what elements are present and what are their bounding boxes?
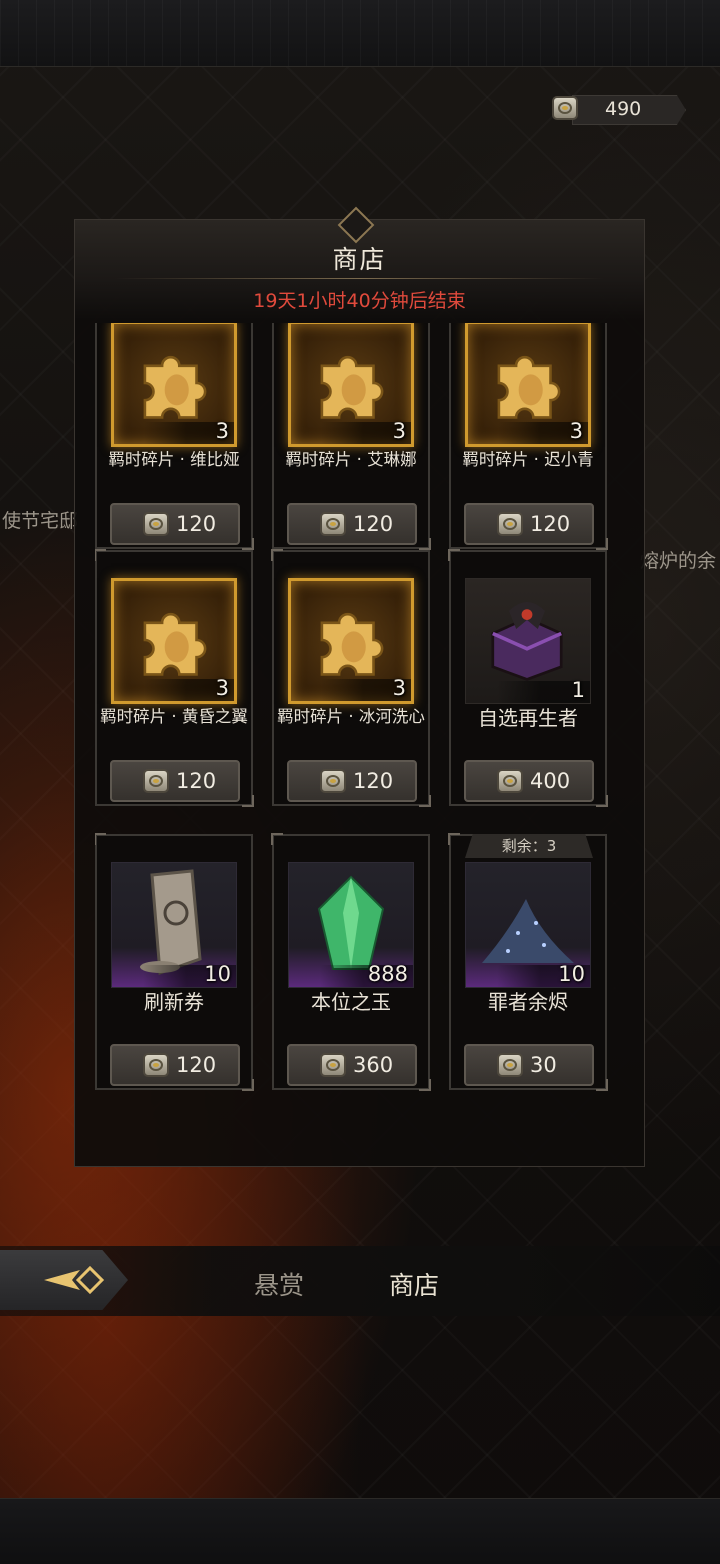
coin-icon bbox=[552, 96, 578, 120]
tab-bounty[interactable]: 悬赏 bbox=[254, 1266, 304, 1302]
buy-button[interactable]: 120 bbox=[110, 760, 240, 802]
item-price: 120 bbox=[176, 512, 217, 536]
shop-item-card[interactable]: 10 刷新券 120 bbox=[95, 833, 254, 1091]
item-thumbnail: 1 bbox=[465, 578, 591, 704]
coin-icon bbox=[497, 512, 523, 536]
item-quantity: 1 bbox=[571, 678, 585, 702]
item-name: 刷新券 bbox=[144, 990, 204, 1014]
map-label-left[interactable]: 使节宅邸 bbox=[2, 506, 78, 533]
item-name: 羁时碎片 · 黄昏之翼 bbox=[100, 707, 248, 726]
item-name: 罪者余烬 bbox=[488, 990, 568, 1014]
item-thumbnail: 3 bbox=[111, 323, 237, 447]
divider bbox=[115, 278, 604, 279]
item-thumbnail: 888 bbox=[288, 862, 414, 988]
shop-item-card[interactable]: 剩余：3 10 罪者余烬 30 bbox=[448, 833, 608, 1091]
item-price: 400 bbox=[530, 769, 571, 793]
item-quantity: 3 bbox=[569, 419, 583, 443]
shop-panel: 商店 19天1小时40分钟后结束 3 羁时碎片 · 维比娅 120 3 羁时碎片 · 艾… bbox=[74, 206, 645, 1167]
currency-amount: 490 bbox=[605, 98, 642, 120]
item-name: 本位之玉 bbox=[311, 990, 391, 1014]
back-button[interactable] bbox=[0, 1250, 128, 1310]
item-quantity: 3 bbox=[392, 676, 406, 700]
coin-icon bbox=[143, 512, 169, 536]
coin-icon bbox=[143, 1053, 169, 1077]
shop-item-card[interactable]: 3 羁时碎片 · 冰河洗心 120 bbox=[271, 549, 431, 807]
coin-icon bbox=[497, 1053, 523, 1077]
coin-icon bbox=[320, 512, 346, 536]
coin-icon bbox=[497, 769, 523, 793]
item-grid-scroll[interactable]: 3 羁时碎片 · 维比娅 120 3 羁时碎片 · 艾琳娜 120 3 羁时碎片 · 迟小青 1… bbox=[95, 323, 625, 1128]
item-quantity: 888 bbox=[367, 962, 408, 986]
currency-display: 490 bbox=[552, 92, 686, 126]
map-label-right[interactable]: 熔炉的余 bbox=[640, 546, 716, 573]
item-thumbnail: 10 bbox=[111, 862, 237, 988]
item-name: 羁时碎片 · 冰河洗心 bbox=[277, 707, 425, 726]
item-price: 120 bbox=[353, 512, 394, 536]
item-quantity: 10 bbox=[558, 962, 585, 986]
shop-item-card[interactable]: 3 羁时碎片 · 维比娅 120 bbox=[95, 323, 254, 550]
shop-item-card[interactable]: 3 羁时碎片 · 迟小青 120 bbox=[449, 323, 608, 550]
coin-icon bbox=[143, 769, 169, 793]
item-quantity: 3 bbox=[215, 676, 229, 700]
tab-shop[interactable]: 商店 bbox=[389, 1266, 439, 1302]
panel-title: 商店 bbox=[332, 245, 387, 274]
item-name: 自选再生者 bbox=[478, 706, 578, 730]
buy-button[interactable]: 120 bbox=[287, 503, 417, 545]
item-price: 120 bbox=[176, 769, 217, 793]
shop-item-card[interactable]: 3 羁时碎片 · 黄昏之翼 120 bbox=[95, 549, 254, 807]
shop-item-card[interactable]: 888 本位之玉 360 bbox=[271, 833, 431, 1091]
item-thumbnail: 3 bbox=[465, 323, 591, 447]
top-bar bbox=[0, 0, 720, 67]
item-price: 360 bbox=[353, 1053, 394, 1077]
item-quantity: 3 bbox=[392, 419, 406, 443]
item-thumbnail: 3 bbox=[288, 578, 414, 704]
buy-button[interactable]: 400 bbox=[464, 760, 594, 802]
back-arrow-icon bbox=[44, 1265, 105, 1295]
item-quantity: 3 bbox=[215, 419, 229, 443]
shop-item-card[interactable]: 1 自选再生者 400 bbox=[448, 549, 608, 807]
buy-button[interactable]: 120 bbox=[110, 1044, 240, 1086]
bottom-bar bbox=[0, 1498, 720, 1564]
buy-button[interactable]: 120 bbox=[110, 503, 240, 545]
buy-button[interactable]: 120 bbox=[287, 760, 417, 802]
item-thumbnail: 10 bbox=[465, 862, 591, 988]
item-price: 120 bbox=[353, 769, 394, 793]
item-thumbnail: 3 bbox=[288, 323, 414, 447]
item-name: 羁时碎片 · 维比娅 bbox=[108, 450, 240, 469]
item-thumbnail: 3 bbox=[111, 578, 237, 704]
remaining-stock-tag: 剩余：3 bbox=[465, 834, 593, 858]
coin-icon bbox=[320, 1053, 346, 1077]
item-quantity: 10 bbox=[204, 962, 231, 986]
buy-button[interactable]: 360 bbox=[287, 1044, 417, 1086]
buy-button[interactable]: 120 bbox=[464, 503, 594, 545]
coin-icon bbox=[320, 769, 346, 793]
item-price: 120 bbox=[176, 1053, 217, 1077]
buy-button[interactable]: 30 bbox=[464, 1044, 594, 1086]
countdown-text: 19天1小时40分钟后结束 bbox=[253, 290, 466, 312]
item-name: 羁时碎片 · 迟小青 bbox=[462, 450, 594, 469]
item-price: 120 bbox=[530, 512, 571, 536]
item-price: 30 bbox=[530, 1053, 557, 1077]
item-name: 羁时碎片 · 艾琳娜 bbox=[285, 450, 417, 469]
shop-item-card[interactable]: 3 羁时碎片 · 艾琳娜 120 bbox=[272, 323, 431, 550]
